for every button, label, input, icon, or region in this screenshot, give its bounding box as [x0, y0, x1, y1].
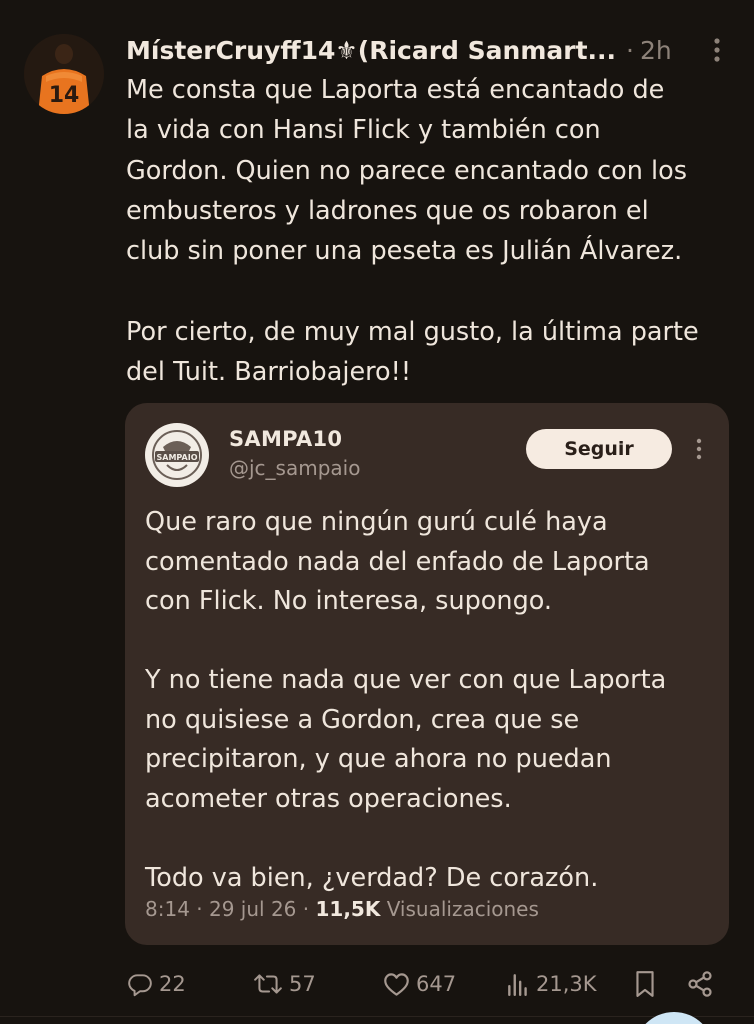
quoted-author-name[interactable]: SAMPA10 [229, 427, 342, 451]
tweet-header: MísterCruyff14⚜(Ricard Sanmart... · 2h [126, 30, 736, 70]
quoted-tweet-text: Que raro que ningún gurú culé haya comen… [145, 503, 715, 898]
quoted-tweet-meta: 8:14 · 29 jul 26 · 11,5K Visualizaciones [145, 897, 539, 921]
quote-text-line: no quisiese a Gordon, crea que se [145, 704, 580, 735]
floating-action-button[interactable] [634, 1012, 714, 1024]
like-count: 647 [416, 972, 457, 996]
quoted-tweet-card[interactable]: SAMPAIO SAMPA10 @jc_sampaio Seguir Que r… [125, 403, 729, 945]
tweet-time[interactable]: 2h [640, 36, 672, 65]
follow-button[interactable]: Seguir [526, 429, 672, 469]
reply-count: 22 [159, 972, 186, 996]
reply-icon [128, 974, 152, 997]
reply-button[interactable]: 22 [127, 960, 186, 1008]
tweet-text-line: la vida con Hansi Flick y también con [126, 115, 601, 146]
header-separator: · [626, 35, 634, 65]
more-vertical-icon [714, 38, 720, 62]
tweet-text-line: Me consta que Laporta está encantado de [126, 75, 665, 105]
quoted-tweet-time[interactable]: 8:14 [145, 897, 190, 921]
quote-text-line: comentado nada del enfado de Laporta [145, 546, 650, 577]
share-icon [688, 971, 712, 997]
tweet-text-line: Por cierto, de muy mal gusto, la última … [126, 316, 699, 347]
quote-text-line: Y no tiene nada que ver con que Laporta [145, 665, 667, 695]
author-avatar[interactable]: 14 [24, 34, 104, 114]
quoted-views-count: 11,5K [315, 897, 381, 921]
quote-text-line: Que raro que ningún gurú culé haya [145, 507, 608, 537]
bookmark-icon [636, 971, 654, 997]
tweet-actions-bar: 22 57 647 21,3K [0, 960, 754, 1008]
repost-icon [254, 974, 282, 994]
logo-text: SAMPAIO [156, 453, 197, 462]
quote-text-line: acometer otras operaciones. [145, 783, 512, 814]
like-button[interactable]: 647 [383, 960, 456, 1008]
quote-text-line: con Flick. No interesa, supongo. [145, 586, 553, 616]
repost-count: 57 [289, 972, 316, 996]
tweet-text-line: embusteros y ladrones que os robaron el [126, 195, 649, 226]
more-vertical-icon [696, 438, 702, 460]
analytics-icon [508, 974, 527, 997]
tweet-text-line: club sin poner una peseta es Julián Álva… [126, 236, 683, 267]
tweet-text-line: del Tuit. Barriobajero!! [126, 357, 412, 388]
bookmark-button[interactable] [634, 960, 656, 1008]
views-button[interactable]: 21,3K [506, 960, 597, 1008]
avatar-image: 14 [24, 34, 104, 114]
repost-button[interactable]: 57 [253, 960, 316, 1008]
author-name[interactable]: MísterCruyff14⚜(Ricard Sanmart... [126, 36, 616, 65]
meta-separator: · [196, 897, 209, 921]
heart-icon [384, 972, 409, 996]
tweet-text-line: Gordon. Quien no parece encantado con lo… [126, 155, 687, 186]
sampaio-logo: SAMPAIO [147, 425, 207, 485]
more-options-button[interactable] [702, 34, 732, 66]
quoted-tweet-date[interactable]: 29 jul 26 [209, 897, 296, 921]
share-button[interactable] [686, 960, 714, 1008]
quoted-views-label: Visualizaciones [386, 897, 539, 921]
timeline: 14 MísterCruyff14⚜(Ricard Sanmart... · 2… [0, 0, 754, 1024]
meta-separator: · [302, 897, 316, 921]
quoted-author-avatar[interactable]: SAMPAIO [145, 423, 209, 487]
tweet-divider [0, 1016, 754, 1017]
quoted-author-handle[interactable]: @jc_sampaio [229, 456, 360, 480]
views-count: 21,3K [536, 972, 597, 996]
quoted-more-options-button[interactable] [689, 433, 709, 465]
avatar-jersey-number: 14 [49, 83, 80, 108]
quote-text-line: precipitaron, y que ahora no puedan [145, 744, 612, 774]
tweet-text: Me consta que Laporta está encantado de … [126, 70, 736, 392]
quote-text-line: Todo va bien, ¿verdad? De corazón. [145, 862, 599, 893]
